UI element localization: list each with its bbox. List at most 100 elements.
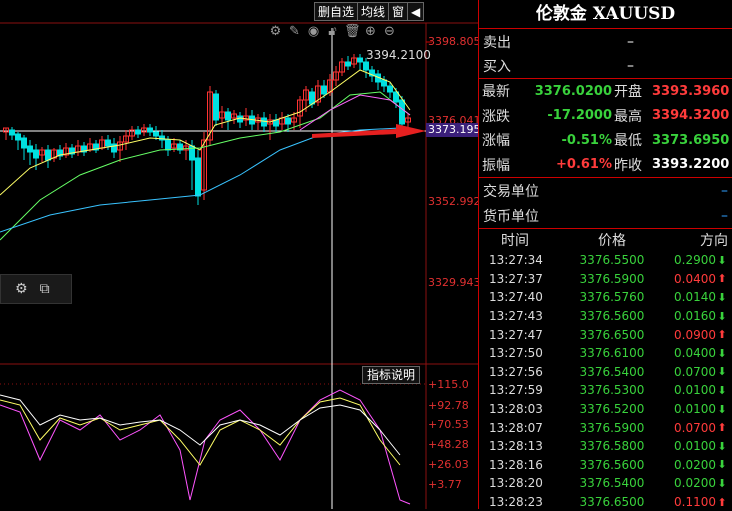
table-row: 13:27:50 3376.6100 0.0400 ⬇ xyxy=(479,344,732,363)
indicator-axis-label: +26.03 xyxy=(428,458,469,471)
tick-volume: 0.0160 xyxy=(674,309,716,324)
tick-price: 3376.5600 xyxy=(579,457,645,472)
indicator-info-button[interactable]: 指标说明 xyxy=(362,366,421,384)
tick-time: 13:27:34 xyxy=(489,253,543,268)
tick-price: 3376.5400 xyxy=(579,476,645,491)
tick-time: 13:27:59 xyxy=(489,383,543,398)
candle-body xyxy=(399,99,405,125)
candle-body xyxy=(381,79,387,87)
arrow-down-icon: ⬇ xyxy=(717,346,727,360)
eye-icon[interactable]: ◉ xyxy=(306,24,321,39)
open-label: 开盘 xyxy=(614,84,642,101)
currency-unit-label: 货币单位 xyxy=(483,208,539,225)
zoom-out-icon[interactable]: ⊖ xyxy=(382,24,397,39)
arrow-up-icon: ⬆ xyxy=(717,421,727,435)
tick-volume: 0.0100 xyxy=(674,402,716,417)
high-label: 最高 xyxy=(614,108,642,125)
window-button[interactable]: 窗 xyxy=(389,2,409,21)
moving-average-button[interactable]: 均线 xyxy=(358,2,390,21)
tick-volume: 0.1100 xyxy=(674,495,716,510)
tick-time: 13:27:43 xyxy=(489,309,543,324)
column-header-time: 时间 xyxy=(501,233,529,249)
low-label: 最低 xyxy=(614,133,642,150)
chart-tools-row: ⚙ ✎ ◉ 🔓︎ 🗑︎ ⊕ ⊖ xyxy=(268,24,397,39)
table-row: 13:28:13 3376.5800 0.0100 ⬇ xyxy=(479,437,732,456)
zoom-in-icon[interactable]: ⊕ xyxy=(363,24,378,39)
tick-time: 13:27:47 xyxy=(489,327,543,342)
table-row: 13:27:47 3376.6500 0.0900 ⬆ xyxy=(479,325,732,344)
table-row: 13:28:03 3376.5200 0.0100 ⬇ xyxy=(479,400,732,419)
arrow-down-icon: ⬇ xyxy=(717,290,727,304)
low-value: 3373.6950 xyxy=(652,132,730,148)
arrow-down-icon: ⬇ xyxy=(717,458,727,472)
settings-icon[interactable]: ⚙ xyxy=(15,281,28,297)
table-row: 13:28:16 3376.5600 0.0200 ⬇ xyxy=(479,456,732,475)
candle-body xyxy=(387,85,393,93)
currency-unit-row: 货币单位 – xyxy=(479,203,732,229)
high-marker-label: 3394.2100 xyxy=(366,48,431,62)
candle-body xyxy=(195,157,201,197)
tick-price: 3376.5400 xyxy=(579,364,645,379)
tick-volume: 0.0140 xyxy=(674,290,716,305)
tick-price: 3376.5200 xyxy=(579,402,645,417)
collapse-panel-button[interactable]: ◀ xyxy=(408,2,425,21)
candle-body xyxy=(345,61,351,67)
currency-unit-value: – xyxy=(721,207,728,224)
table-row: 13:27:34 3376.5500 0.2900 ⬇ xyxy=(479,251,732,270)
indicator-line-d xyxy=(0,397,401,466)
candle-body xyxy=(321,85,327,95)
tick-time: 13:28:23 xyxy=(489,495,543,510)
buy-row: 买入 – xyxy=(479,54,732,79)
candle-body xyxy=(213,93,219,121)
lock-icon[interactable]: 🔓︎ xyxy=(325,24,340,39)
tick-price: 3376.5800 xyxy=(579,439,645,454)
tick-volume: 0.0400 xyxy=(674,346,716,361)
tick-volume: 0.0200 xyxy=(674,476,716,491)
tick-time: 13:27:50 xyxy=(489,346,543,361)
prev-close-label: 昨收 xyxy=(614,157,642,174)
arrow-up-icon: ⬆ xyxy=(717,328,727,342)
quote-row-change: 涨跌 -17.2000 最高 3394.3200 xyxy=(479,104,732,129)
candlestick-chart[interactable] xyxy=(0,0,478,509)
indicator-axis-label: +115.0 xyxy=(428,378,469,391)
settings-icon[interactable]: ⚙ xyxy=(268,24,283,39)
copy-icon[interactable]: ⧉ xyxy=(40,281,50,297)
candle-body xyxy=(165,139,171,151)
price-axis-label: 3398.805 xyxy=(428,35,481,48)
chart-area[interactable]: 删自选 均线 窗 ◀ ⚙ ✎ ◉ 🔓︎ 🗑︎ ⊕ ⊖ ⚙ ⧉ 3398.805 … xyxy=(0,0,483,509)
tick-time: 13:28:03 xyxy=(489,402,543,417)
candle-body xyxy=(261,117,267,127)
table-row: 13:27:37 3376.5900 0.0400 ⬆ xyxy=(479,270,732,289)
tick-volume: 0.0100 xyxy=(674,439,716,454)
table-row: 13:27:43 3376.5600 0.0160 ⬇ xyxy=(479,307,732,326)
chart-toolbar: 删自选 均线 窗 ◀ xyxy=(314,2,425,21)
trash-icon[interactable]: 🗑︎ xyxy=(344,24,361,39)
quote-row-amp: 振幅 +0.61% 昨收 3393.2200 xyxy=(479,153,732,178)
candle-body xyxy=(135,129,141,135)
indicator-line-j xyxy=(0,394,401,456)
ma-line-green xyxy=(0,91,411,241)
indicator-axis-label: +3.77 xyxy=(428,478,462,491)
trade-unit-label: 交易单位 xyxy=(483,183,539,200)
tick-price: 3376.5300 xyxy=(579,383,645,398)
tick-price: 3376.5500 xyxy=(579,253,645,268)
arrow-down-icon: ⬇ xyxy=(717,253,727,267)
tick-volume: 0.0700 xyxy=(674,364,716,379)
remove-favorite-button[interactable]: 删自选 xyxy=(314,2,359,21)
pen-icon[interactable]: ✎ xyxy=(287,24,302,39)
pct-value: -0.51% xyxy=(561,132,613,148)
indicator-axis-label: +92.78 xyxy=(428,399,469,412)
indicator-axis-label: +70.53 xyxy=(428,418,469,431)
arrow-up-icon: ⬆ xyxy=(717,495,727,509)
open-value: 3393.3960 xyxy=(652,83,730,99)
tick-price: 3376.6100 xyxy=(579,346,645,361)
candle-body xyxy=(33,149,39,159)
tick-price: 3376.6500 xyxy=(579,327,645,342)
table-row: 13:27:56 3376.5400 0.0700 ⬇ xyxy=(479,363,732,382)
tick-time: 13:27:37 xyxy=(489,271,543,286)
tick-list[interactable]: 13:27:34 3376.5500 0.2900 ⬇ 13:27:37 3376.590… xyxy=(479,251,732,511)
arrow-down-icon: ⬇ xyxy=(717,402,727,416)
candle-body xyxy=(309,91,315,105)
table-row: 13:28:20 3376.5400 0.0200 ⬇ xyxy=(479,474,732,493)
tick-volume: 0.0700 xyxy=(674,420,716,435)
